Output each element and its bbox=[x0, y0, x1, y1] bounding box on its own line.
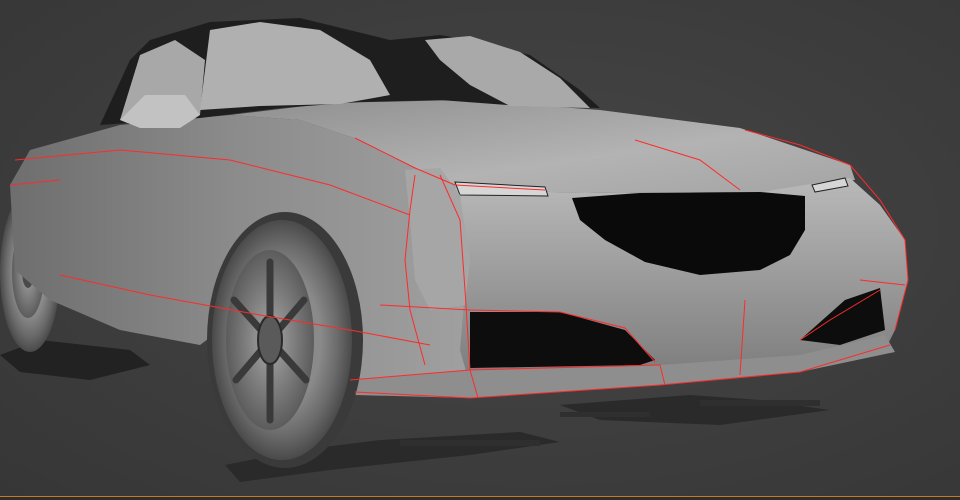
3d-viewport[interactable] bbox=[0, 0, 960, 500]
viewport-bottom-edge bbox=[0, 496, 960, 500]
front-wheel bbox=[207, 212, 363, 468]
car-model-render bbox=[0, 18, 909, 482]
